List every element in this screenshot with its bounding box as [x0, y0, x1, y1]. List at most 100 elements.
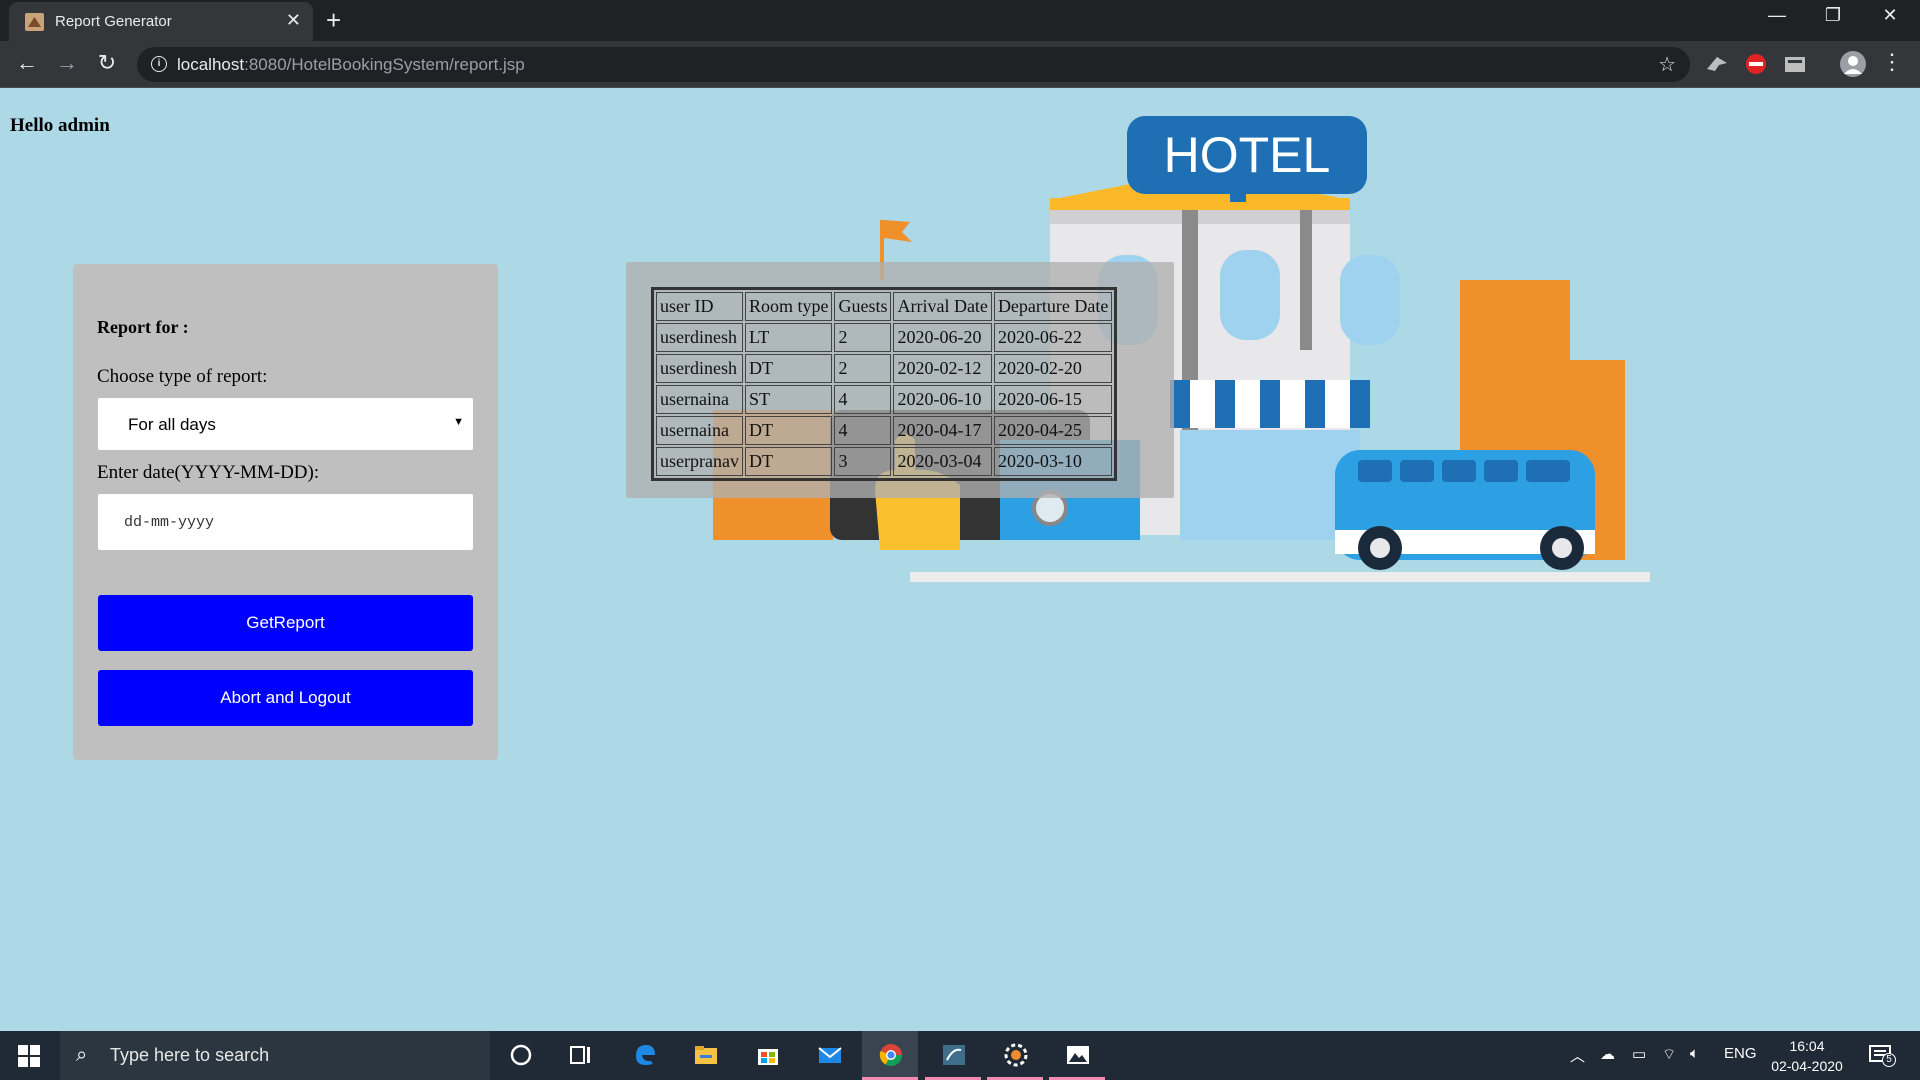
- browser-menu-icon[interactable]: ⋮: [1876, 49, 1908, 75]
- cell-user-id: userdinesh: [656, 354, 743, 383]
- taskbar-search-box[interactable]: ⌕ Type here to search: [60, 1031, 490, 1080]
- report-type-selected-value: For all days: [128, 415, 216, 434]
- forward-button[interactable]: →: [51, 50, 83, 76]
- profile-avatar-icon[interactable]: [1839, 50, 1867, 78]
- input-language-indicator[interactable]: ENG: [1724, 1045, 1757, 1062]
- cell-room-type: DT: [744, 416, 833, 445]
- table-row: userpranav DT 3 2020-03-04 2020-03-10: [656, 447, 1113, 476]
- date-placeholder: dd-mm-yyyy: [124, 514, 215, 531]
- dropdown-arrow-icon: ▼: [453, 416, 464, 428]
- cortana-icon[interactable]: [492, 1031, 548, 1080]
- column-header-room-type: Room type: [744, 292, 833, 321]
- notification-count-badge: 5: [1882, 1053, 1896, 1067]
- url-host: localhost: [177, 55, 245, 74]
- wifi-icon[interactable]: ⌔: [1662, 1045, 1676, 1064]
- report-form-heading: Report for :: [97, 317, 189, 337]
- settings-gear-icon[interactable]: [987, 1031, 1043, 1080]
- greeting-text: Hello admin: [10, 115, 110, 136]
- cell-user-id: usernaina: [656, 416, 743, 445]
- column-header-guests: Guests: [834, 292, 892, 321]
- site-info-icon[interactable]: i: [151, 56, 167, 72]
- extension-bird-icon[interactable]: [1705, 53, 1729, 75]
- chrome-taskbar-icon[interactable]: [862, 1031, 918, 1080]
- window-close-button[interactable]: ✕: [1870, 5, 1910, 26]
- abort-logout-button[interactable]: Abort and Logout: [98, 670, 473, 726]
- table-row: usernaina DT 4 2020-04-17 2020-04-25: [656, 416, 1113, 445]
- table-row: userdinesh LT 2 2020-06-20 2020-06-22: [656, 323, 1113, 352]
- cell-departure-date: 2020-04-25: [993, 416, 1113, 445]
- edge-browser-icon[interactable]: [616, 1031, 672, 1080]
- cell-departure-date: 2020-02-20: [993, 354, 1113, 383]
- mail-icon[interactable]: [801, 1031, 857, 1080]
- taskbar-clock[interactable]: 16:04 02-04-2020: [1762, 1036, 1852, 1076]
- cell-guests: 4: [834, 416, 892, 445]
- report-type-label: Choose type of report:: [97, 366, 268, 387]
- report-type-select[interactable]: For all days ▼: [98, 398, 473, 450]
- get-report-button[interactable]: GetReport: [98, 595, 473, 651]
- taskbar-search-placeholder: Type here to search: [110, 1045, 270, 1065]
- cell-guests: 2: [834, 354, 892, 383]
- task-view-icon[interactable]: [552, 1031, 608, 1080]
- show-hidden-icons-chevron-icon[interactable]: ︿: [1570, 1045, 1585, 1066]
- extension-media-icon[interactable]: [1783, 53, 1807, 75]
- cell-guests: 4: [834, 385, 892, 414]
- window-restore-button[interactable]: ❐: [1813, 5, 1853, 26]
- windows-taskbar: ⌕ Type here to search ︿ ☁ ▭ ⌔ 🔈︎ ENG 16:…: [0, 1031, 1920, 1080]
- cell-guests: 2: [834, 323, 892, 352]
- cell-guests: 3: [834, 447, 892, 476]
- cell-arrival-date: 2020-06-10: [893, 385, 992, 414]
- mysql-workbench-icon[interactable]: [925, 1031, 981, 1080]
- onedrive-error-icon[interactable]: ☁: [1600, 1045, 1615, 1063]
- tab-title: Report Generator: [55, 13, 172, 30]
- address-bar[interactable]: i localhost:8080/HotelBookingSystem/repo…: [137, 47, 1690, 82]
- cell-room-type: DT: [744, 354, 833, 383]
- cell-user-id: userpranav: [656, 447, 743, 476]
- browser-tabstrip: Report Generator ✕ + — ❐ ✕: [0, 0, 1920, 41]
- report-form-card: Report for : Choose type of report: For …: [73, 264, 498, 760]
- window-minimize-button[interactable]: —: [1757, 5, 1797, 26]
- cell-departure-date: 2020-06-22: [993, 323, 1113, 352]
- clock-time: 16:04: [1789, 1038, 1825, 1054]
- date-input[interactable]: dd-mm-yyyy: [98, 494, 473, 550]
- battery-icon[interactable]: ▭: [1632, 1045, 1646, 1063]
- reload-button[interactable]: ↻: [91, 50, 123, 76]
- cell-room-type: ST: [744, 385, 833, 414]
- windows-start-icon[interactable]: [18, 1045, 40, 1067]
- cell-arrival-date: 2020-03-04: [893, 447, 992, 476]
- cell-room-type: DT: [744, 447, 833, 476]
- tab-close-icon[interactable]: ✕: [286, 10, 301, 31]
- microsoft-store-icon[interactable]: [739, 1031, 795, 1080]
- photos-app-icon[interactable]: [1049, 1031, 1105, 1080]
- clock-date: 02-04-2020: [1771, 1058, 1843, 1074]
- table-row: userdinesh DT 2 2020-02-12 2020-02-20: [656, 354, 1113, 383]
- cell-arrival-date: 2020-04-17: [893, 416, 992, 445]
- action-center-icon[interactable]: 5: [1868, 1043, 1896, 1067]
- cell-room-type: LT: [744, 323, 833, 352]
- table-header-row: user ID Room type Guests Arrival Date De…: [656, 292, 1113, 321]
- table-row: usernaina ST 4 2020-06-10 2020-06-15: [656, 385, 1113, 414]
- column-header-departure-date: Departure Date: [993, 292, 1113, 321]
- address-url[interactable]: localhost:8080/HotelBookingSystem/report…: [177, 55, 525, 75]
- browser-tab-active[interactable]: Report Generator ✕: [9, 2, 313, 41]
- back-button[interactable]: ←: [11, 50, 43, 76]
- report-results-panel: user ID Room type Guests Arrival Date De…: [626, 262, 1174, 498]
- bookmark-star-icon[interactable]: ☆: [1658, 52, 1676, 77]
- report-table: user ID Room type Guests Arrival Date De…: [651, 287, 1118, 481]
- search-icon: ⌕: [76, 1044, 88, 1066]
- cell-user-id: userdinesh: [656, 323, 743, 352]
- column-header-arrival-date: Arrival Date: [893, 292, 992, 321]
- file-explorer-icon[interactable]: [677, 1031, 733, 1080]
- cell-departure-date: 2020-03-10: [993, 447, 1113, 476]
- tab-favicon-icon: [25, 13, 44, 31]
- hotel-sign-text: HOTEL: [1164, 127, 1331, 183]
- browser-toolbar: ← → ↻ i localhost:8080/HotelBookingSyste…: [0, 41, 1920, 88]
- url-path: :8080/HotelBookingSystem/report.jsp: [244, 55, 525, 74]
- cell-arrival-date: 2020-06-20: [893, 323, 992, 352]
- cell-user-id: usernaina: [656, 385, 743, 414]
- cell-departure-date: 2020-06-15: [993, 385, 1113, 414]
- date-label: Enter date(YYYY-MM-DD):: [97, 462, 320, 483]
- volume-icon[interactable]: 🔈︎: [1690, 1045, 1699, 1062]
- new-tab-button[interactable]: +: [326, 5, 341, 36]
- cell-arrival-date: 2020-02-12: [893, 354, 992, 383]
- extension-adblock-icon[interactable]: [1744, 53, 1768, 75]
